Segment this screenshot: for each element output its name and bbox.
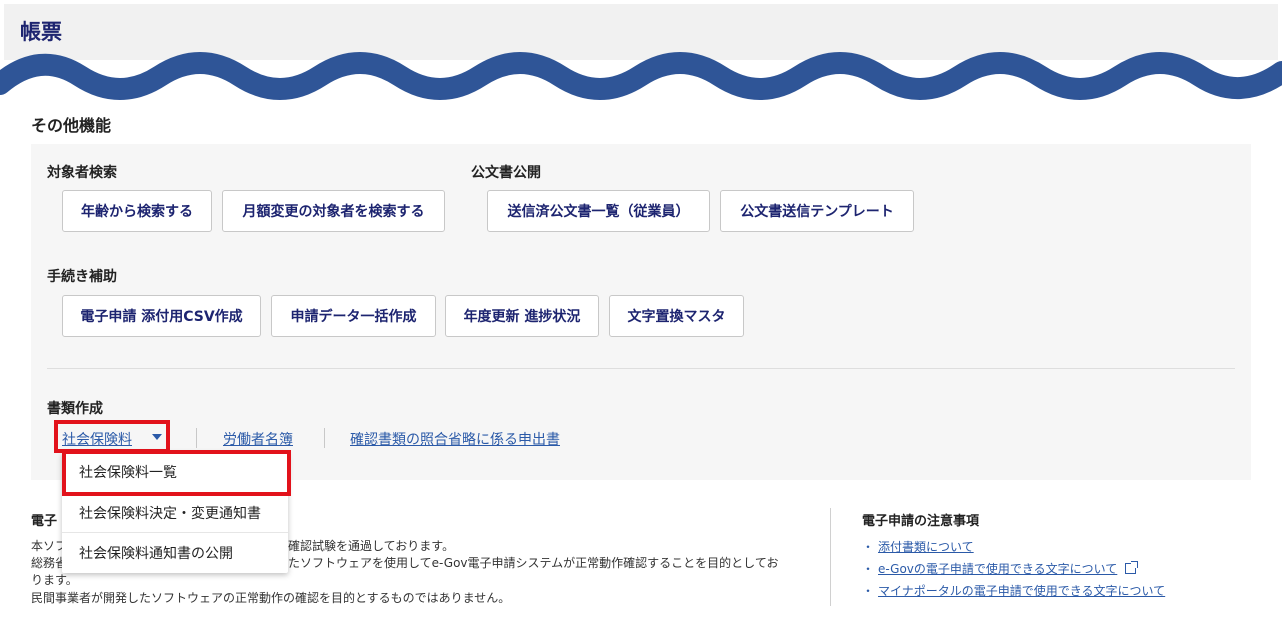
bullet: ・: [862, 540, 875, 554]
group-label-publish: 公文書公開: [471, 165, 541, 181]
footer-link-item: ・マイナポータルの電子申請で使用できる文字について: [862, 582, 1165, 599]
dropdown-item-notice[interactable]: 社会保険料決定・変更通知書: [62, 492, 288, 532]
bullet: ・: [862, 562, 875, 576]
document-template-button[interactable]: 公文書送信テンプレート: [720, 190, 914, 232]
footer-text-line: 確認試験を通過しております。: [288, 539, 455, 553]
footer-text-line: ります。: [31, 573, 78, 587]
csv-create-button[interactable]: 電子申請 添付用CSV作成: [62, 295, 261, 337]
search-by-age-button[interactable]: 年齢から検索する: [62, 190, 212, 232]
section-title: その他機能: [31, 116, 112, 135]
link-separator: [324, 428, 325, 448]
group-label-support: 手続き補助: [47, 269, 117, 285]
bulk-create-button[interactable]: 申請データ一括作成: [271, 295, 436, 337]
worker-roster-link[interactable]: 労働者名簿: [223, 429, 293, 449]
egov-characters-link[interactable]: e-Govの電子申請で使用できる文字について: [878, 562, 1117, 576]
annual-progress-button[interactable]: 年度更新 進捗状況: [445, 295, 599, 337]
footer-left-title: 電子: [31, 514, 58, 529]
footer-link-item: ・添付書類について: [862, 538, 974, 555]
bullet: ・: [862, 584, 875, 598]
feature-panel: 対象者検索 年齢から検索する 月額変更の対象者を検索する 公文書公開 送信済公文…: [31, 144, 1251, 480]
attachments-link[interactable]: 添付書類について: [878, 540, 974, 554]
link-separator: [196, 428, 197, 448]
footer-text-line: たソフトウェアを使用してe-Gov電子申請システムが正常動作確認することを目的と…: [288, 556, 779, 570]
external-link-icon: [1125, 561, 1139, 574]
wave-overlay: [0, 52, 1282, 100]
group-label-documents: 書類作成: [47, 401, 103, 417]
group-label-search: 対象者検索: [47, 165, 117, 181]
footer-link-item: ・ e-Govの電子申請で使用できる文字について: [862, 560, 1139, 577]
verification-omission-request-link[interactable]: 確認書類の照合省略に係る申出書: [350, 429, 560, 449]
footer-divider: [830, 508, 831, 606]
footer-text-line: 民間事業者が開発したソフトウェアの正常動作の確認を目的とするものではありません。: [31, 591, 511, 605]
highlight-box-dropdown-item: [62, 450, 291, 496]
highlight-box-dropdown-trigger: [54, 420, 170, 453]
search-monthly-change-button[interactable]: 月額変更の対象者を検索する: [222, 190, 445, 232]
footer-right-title: 電子申請の注意事項: [862, 514, 980, 529]
mynaportal-characters-link[interactable]: マイナポータルの電子申請で使用できる文字について: [878, 584, 1165, 598]
page-title: 帳票: [20, 20, 62, 44]
char-replace-master-button[interactable]: 文字置換マスタ: [609, 295, 744, 337]
panel-divider: [47, 368, 1235, 369]
sent-documents-list-button[interactable]: 送信済公文書一覧（従業員）: [487, 190, 710, 232]
dropdown-item-publish[interactable]: 社会保険料通知書の公開: [62, 532, 288, 572]
